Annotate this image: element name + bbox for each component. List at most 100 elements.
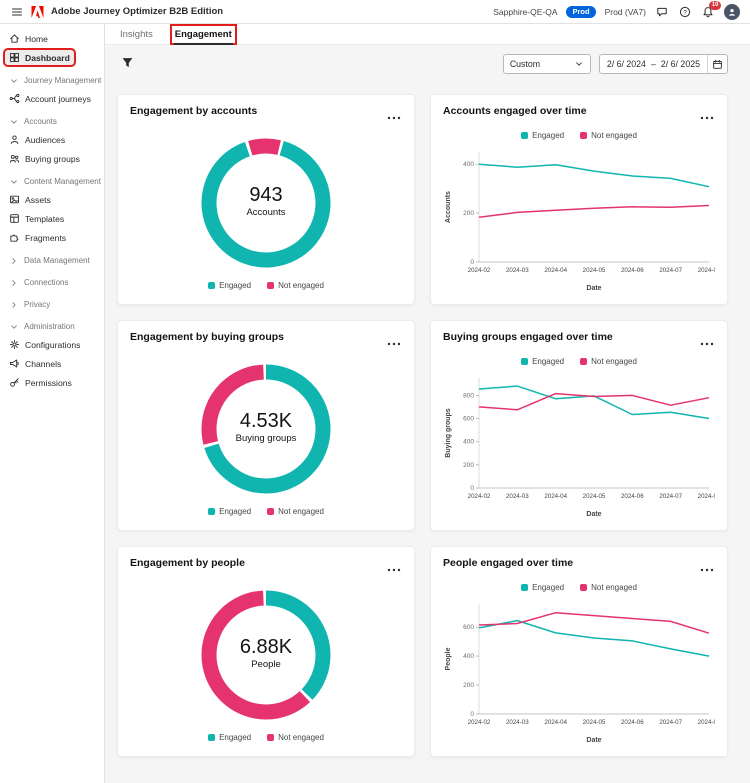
menu-button[interactable] — [10, 5, 24, 19]
card-title: Engagement by buying groups — [130, 331, 285, 343]
home-icon — [9, 33, 20, 44]
svg-text:2024-03: 2024-03 — [506, 493, 529, 500]
svg-text:2024-02: 2024-02 — [468, 267, 491, 274]
more-icon — [700, 342, 714, 346]
fragments-icon — [9, 232, 20, 243]
sidebar-item-buying-groups[interactable]: Buying groups — [0, 149, 104, 168]
sidebar-item-label: Assets — [25, 194, 51, 205]
avatar[interactable] — [724, 3, 740, 20]
sidebar-item-label: Dashboard — [25, 52, 70, 63]
more-options-button[interactable] — [699, 557, 715, 578]
legend-swatch — [267, 734, 275, 741]
templates-icon — [9, 213, 20, 224]
svg-text:2024-07: 2024-07 — [659, 493, 682, 500]
more-options-button[interactable] — [699, 331, 715, 352]
buying-groups-icon — [9, 153, 20, 164]
more-options-button[interactable] — [386, 331, 402, 352]
chevron-down-icon — [9, 177, 19, 187]
legend-label: Engaged — [532, 583, 565, 592]
card-engagement-by-buying-groups: Engagement by buying groups 4.53K Buying g… — [117, 320, 415, 531]
sidebar-section-administration[interactable]: Administration — [0, 318, 104, 335]
date-preset-select[interactable]: Custom — [502, 54, 591, 74]
tab-insights[interactable]: Insights — [117, 26, 156, 43]
card-engagement-by-people: Engagement by people 6.88K People Engaged No… — [117, 546, 415, 757]
sidebar-item-label: Fragments — [25, 232, 67, 243]
legend-label: Engaged — [532, 357, 565, 366]
svg-text:600: 600 — [463, 624, 474, 631]
tab-engagement[interactable]: Engagement — [169, 24, 237, 45]
legend-item-not-engaged: Not engaged — [267, 507, 324, 516]
sidebar-item-dashboard[interactable]: Dashboard — [0, 48, 104, 67]
filter-button[interactable] — [121, 56, 134, 72]
legend-swatch — [521, 358, 529, 365]
sidebar-item-fragments[interactable]: Fragments — [0, 228, 104, 247]
more-icon — [700, 116, 714, 120]
chevron-down-icon — [574, 59, 584, 69]
sidebar-item-configurations[interactable]: Configurations — [0, 335, 104, 354]
audiences-icon — [9, 134, 20, 145]
legend-label: Not engaged — [278, 507, 324, 516]
sidebar-section-content-management[interactable]: Content Management — [0, 173, 104, 190]
assistant-icon — [656, 6, 668, 18]
more-options-button[interactable] — [699, 105, 715, 126]
chevron-right-icon — [9, 256, 19, 266]
more-options-button[interactable] — [386, 557, 402, 578]
toolbar-right: Custom 2/ 6/ 2024 – 2/ 6/ 2025 — [502, 54, 728, 74]
legend-swatch — [521, 584, 529, 591]
donut-center-label: Accounts — [246, 207, 285, 218]
legend-swatch — [580, 132, 588, 139]
calendar-button[interactable] — [707, 55, 727, 73]
svg-text:People: People — [445, 647, 452, 670]
sidebar-section-accounts[interactable]: Accounts — [0, 113, 104, 130]
org-name[interactable]: Sapphire-QE-QA — [493, 7, 557, 17]
sidebar-item-assets[interactable]: Assets — [0, 190, 104, 209]
donut-center-value: 943 — [249, 184, 282, 206]
svg-text:2024-05: 2024-05 — [583, 719, 606, 726]
sidebar-item-label: Privacy — [24, 300, 51, 309]
sidebar-item-label: Connections — [24, 278, 69, 287]
hamburger-icon — [11, 6, 23, 18]
notifications-button[interactable]: 10 — [701, 0, 721, 19]
sidebar-item-account-journeys[interactable]: Account journeys — [0, 89, 104, 108]
svg-text:2024-05: 2024-05 — [583, 267, 606, 274]
date-start-value[interactable]: 2/ 6/ 2024 — [607, 59, 646, 69]
card-title: Buying groups engaged over time — [443, 331, 613, 343]
sidebar-item-permissions[interactable]: Permissions — [0, 373, 104, 392]
legend-label: Engaged — [219, 281, 252, 290]
donut-chart: 4.53KBuying groups — [201, 364, 331, 494]
sidebar-section-data-management[interactable]: Data Management — [0, 252, 104, 269]
help-button[interactable]: ? — [678, 5, 692, 19]
sidebar-item-templates[interactable]: Templates — [0, 209, 104, 228]
legend-item-not-engaged: Not engaged — [267, 281, 324, 290]
svg-text:2024-06: 2024-06 — [621, 267, 644, 274]
more-options-button[interactable] — [386, 105, 402, 126]
svg-text:0: 0 — [470, 485, 474, 492]
legend-item-not-engaged: Not engaged — [267, 733, 324, 742]
card-engagement-by-accounts: Engagement by accounts 943 Accounts Engaged… — [117, 94, 415, 305]
svg-text:2024-05: 2024-05 — [583, 493, 606, 500]
tabs-bar: Insights Engagement — [105, 24, 750, 45]
date-end-value[interactable]: 2/ 6/ 2025 — [661, 59, 700, 69]
sidebar-item-channels[interactable]: Channels — [0, 354, 104, 373]
sidebar-section-connections[interactable]: Connections — [0, 274, 104, 291]
svg-text:Date: Date — [586, 737, 601, 744]
assistant-button[interactable] — [655, 5, 669, 19]
svg-text:2024-07: 2024-07 — [659, 719, 682, 726]
sidebar-item-label: Accounts — [24, 117, 57, 126]
svg-text:200: 200 — [463, 462, 474, 469]
sidebar-item-audiences[interactable]: Audiences — [0, 130, 104, 149]
sidebar-section-privacy[interactable]: Privacy — [0, 296, 104, 313]
svg-text:200: 200 — [463, 682, 474, 689]
sidebar-item-label: Journey Management — [24, 76, 102, 85]
env-badge[interactable]: Prod — [566, 5, 596, 18]
date-range-input[interactable]: 2/ 6/ 2024 – 2/ 6/ 2025 — [598, 54, 728, 74]
permissions-icon — [9, 377, 20, 388]
app-title: Adobe Journey Optimizer B2B Edition — [51, 6, 224, 17]
legend-label: Not engaged — [278, 281, 324, 290]
legend-item-engaged: Engaged — [208, 281, 251, 290]
sidebar-section-journey-management[interactable]: Journey Management — [0, 72, 104, 89]
more-icon — [387, 116, 401, 120]
env-name[interactable]: Prod (VA7) — [605, 7, 646, 17]
svg-text:2024-03: 2024-03 — [506, 267, 529, 274]
sidebar-item-home[interactable]: Home — [0, 29, 104, 48]
